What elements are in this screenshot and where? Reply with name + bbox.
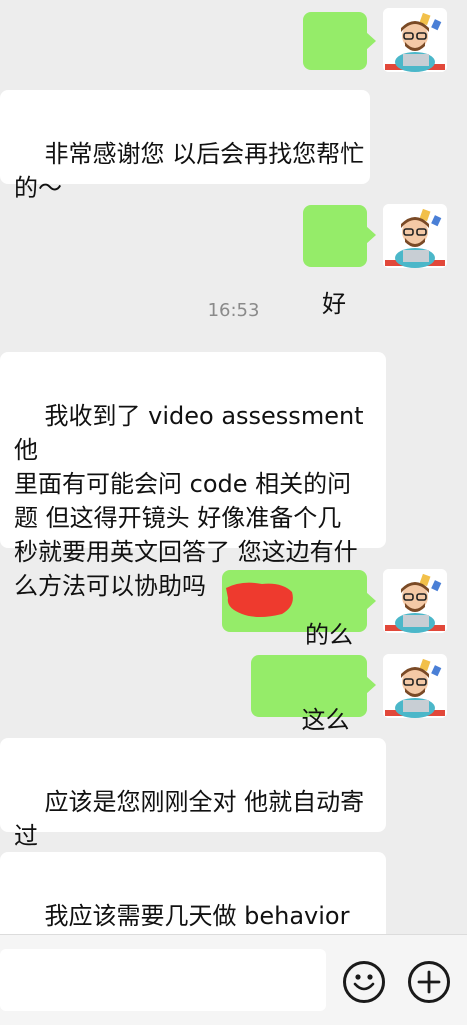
bubble-tail [366, 226, 376, 244]
message-bubble[interactable]: 非常感谢您 以后会再找您帮忙 的～ [0, 90, 370, 202]
avatar[interactable] [383, 8, 447, 72]
more-options-button[interactable] [408, 961, 450, 1003]
message-text: 的么 [305, 621, 353, 649]
avatar-cartoon-icon [383, 8, 447, 72]
message-bubble[interactable]: 好 [303, 205, 367, 318]
avatar[interactable] [383, 204, 447, 268]
timestamp: 16:53 [207, 300, 260, 321]
redaction-scribble [226, 582, 293, 617]
message-input[interactable] [0, 949, 326, 1011]
message-text: 非常感谢您 以后会再找您帮忙 的～ [14, 140, 365, 202]
smiley-face-icon [353, 974, 375, 991]
bubble-tail [366, 592, 376, 610]
avatar[interactable] [383, 654, 447, 718]
emoji-button[interactable] [343, 961, 385, 1003]
avatar-cartoon-icon [383, 204, 447, 268]
avatar[interactable] [383, 569, 447, 633]
avatar-cartoon-icon [383, 654, 447, 718]
plus-icon [417, 970, 441, 994]
composer-bar [0, 934, 467, 1025]
bubble-tail [366, 676, 376, 694]
message-bubble[interactable]: 我收到了 video assessment 他 里面有可能会问 code 相关的… [0, 352, 386, 600]
message-bubble[interactable]: 这么快 [251, 655, 367, 768]
message-bubble[interactable]: 对 [303, 12, 367, 123]
bubble-tail [366, 32, 376, 50]
avatar-cartoon-icon [383, 569, 447, 633]
message-bubble[interactable]: 应该是您刚刚全对 他就自动寄过 来了😂 [0, 738, 386, 884]
message-bubble[interactable]: 我应该需要几天做 behavior question 的准备 但我听说会有 [0, 852, 386, 964]
